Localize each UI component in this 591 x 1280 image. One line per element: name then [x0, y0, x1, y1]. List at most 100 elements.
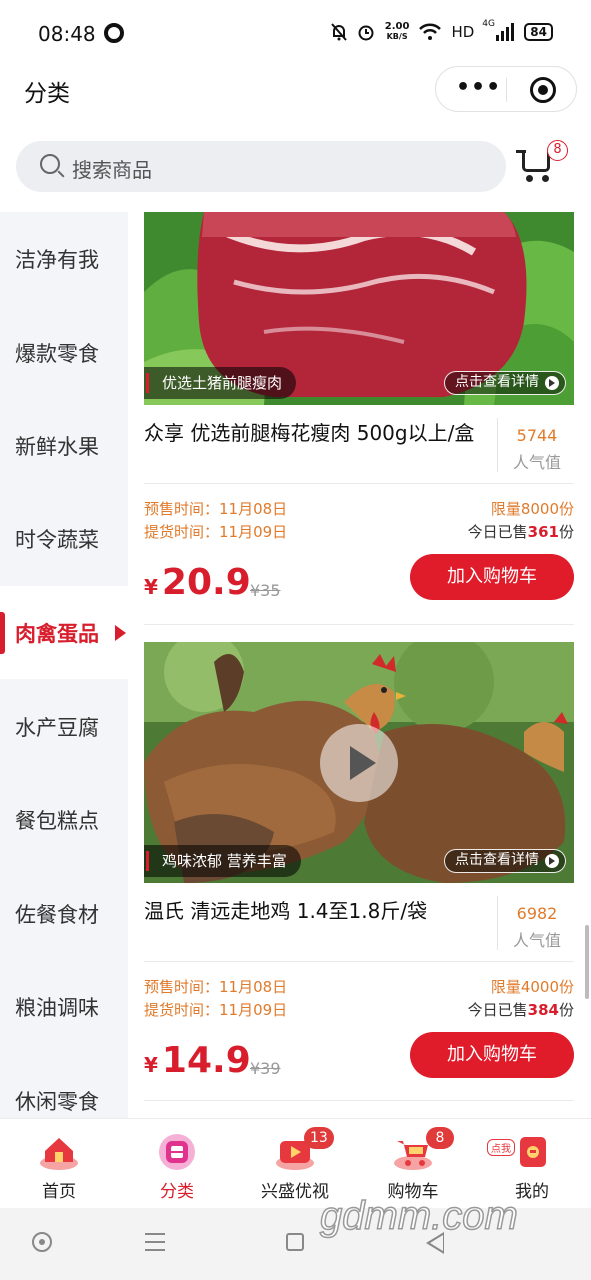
product-card[interactable]: 优选土猪前腿瘦肉 点击查看详情 众享 优选前腿梅花瘦肉 500g以上/盒 574… — [144, 212, 574, 624]
sidebar-item-seafood[interactable]: 水产豆腐 — [0, 680, 128, 773]
active-arrow-icon — [115, 625, 126, 641]
sidebar-item-bakery[interactable]: 餐包糕点 — [0, 773, 128, 866]
product-card[interactable]: 鸡味浓郁 营养丰富 点击查看详情 温氏 清远走地鸡 1.4至1.8斤/袋 698… — [144, 642, 574, 1102]
product-image[interactable]: 鸡味浓郁 营养丰富 点击查看详情 — [144, 642, 574, 883]
product-list: 优选土猪前腿瘦肉 点击查看详情 众享 优选前腿梅花瘦肉 500g以上/盒 574… — [128, 212, 591, 1118]
sidebar-item-label: 餐包糕点 — [15, 808, 99, 833]
presale-time: 预售时间：11月08日 — [144, 978, 288, 996]
sold-suffix: 份 — [558, 1001, 574, 1019]
sold-count: 384 — [527, 1001, 559, 1019]
sidebar-item-label: 水产豆腐 — [15, 715, 99, 740]
network-speed: 2.00 KB/S — [385, 22, 410, 42]
close-target-icon[interactable] — [530, 77, 556, 103]
sold-suffix: 份 — [558, 523, 574, 541]
wifi-icon — [419, 23, 442, 40]
sidebar-item-vegetables[interactable]: 时令蔬菜 — [0, 492, 128, 585]
presale-time: 预售时间：11月08日 — [144, 500, 288, 518]
sidebar-item-leisure-snacks[interactable]: 休闲零食 — [0, 1054, 128, 1118]
video-badge: 13 — [304, 1127, 334, 1149]
sidebar-item-hot-snacks[interactable]: 爆款零食 — [0, 306, 128, 399]
view-details-label: 点击查看详情 — [455, 374, 539, 390]
speed-unit: KB/S — [386, 32, 408, 41]
original-price: ¥39 — [250, 1059, 281, 1078]
sold-prefix: 今日已售 — [467, 523, 528, 541]
signal-label: 4G — [482, 19, 495, 29]
search-bar[interactable]: 搜索商品 — [16, 141, 506, 192]
menu-button-icon[interactable] — [145, 1233, 165, 1251]
sidebar-item-label: 肉禽蛋品 — [15, 621, 99, 646]
battery-icon: 84 — [524, 23, 553, 41]
sidebar-item-label: 佐餐食材 — [15, 902, 99, 927]
sidebar-item-fruit[interactable]: 新鲜水果 — [0, 399, 128, 492]
sidebar-item-meat[interactable]: 肉禽蛋品 — [0, 586, 128, 679]
cart-icon — [522, 152, 550, 172]
sidebar-item-label: 时令蔬菜 — [15, 527, 99, 552]
assistant-button-icon[interactable] — [32, 1232, 52, 1252]
product-name[interactable]: 众享 优选前腿梅花瘦肉 500g以上/盒 — [144, 418, 484, 448]
add-to-cart-button[interactable]: 加入购物车 — [410, 554, 574, 600]
divider — [497, 418, 498, 472]
chevron-right-icon — [549, 379, 555, 387]
tab-label: 分类 — [160, 1182, 194, 1202]
sold-today: 今日已售361份 — [468, 521, 574, 542]
sidebar-item-label: 休闲零食 — [15, 1089, 99, 1114]
view-details-link[interactable]: 点击查看详情 — [444, 371, 566, 395]
search-icon — [40, 154, 60, 174]
more-dots-icon[interactable]: ••• — [456, 75, 501, 100]
signal-icon: 4G — [482, 19, 515, 41]
capsule-divider — [506, 78, 507, 102]
original-price: ¥35 — [250, 581, 281, 600]
cart-wheel — [526, 175, 533, 182]
product-image[interactable]: 优选土猪前腿瘦肉 点击查看详情 — [144, 212, 574, 405]
tab-label: 首页 — [42, 1182, 76, 1202]
tab-category[interactable]: 分类 — [118, 1119, 236, 1209]
popularity-label: 人气值 — [512, 931, 561, 950]
popularity-label: 人气值 — [512, 453, 561, 472]
view-details-label: 点击查看详情 — [455, 852, 539, 868]
status-time: 08:48 — [38, 22, 96, 46]
cart-count-badge: 8 — [547, 140, 568, 161]
speed-value: 2.00 — [384, 21, 410, 32]
network-type: HD — [451, 23, 475, 41]
page-title: 分类 — [24, 81, 70, 107]
divider — [144, 483, 574, 484]
play-video-icon[interactable] — [320, 724, 398, 802]
home-button-icon[interactable] — [286, 1233, 304, 1251]
sold-today: 今日已售384份 — [468, 999, 574, 1020]
chevron-right-icon — [549, 857, 555, 865]
product-name[interactable]: 温氏 清远走地鸡 1.4至1.8斤/袋 — [144, 896, 484, 926]
cart-badge: 8 — [426, 1127, 454, 1149]
sidebar-item-grain-oil[interactable]: 粮油调味 — [0, 960, 128, 1053]
profile-icon — [520, 1137, 546, 1167]
scrollbar[interactable] — [585, 925, 589, 999]
divider — [144, 1100, 574, 1101]
limit-quantity: 限量8000份 — [490, 500, 574, 518]
image-tag: 鸡味浓郁 营养丰富 — [144, 845, 301, 877]
divider — [144, 624, 574, 625]
image-tag: 优选土猪前腿瘦肉 — [144, 367, 297, 399]
home-icon — [40, 1138, 78, 1170]
status-bar: 08:48 2.00 KB/S HD 4G 84 — [0, 0, 591, 70]
sidebar-item-label: 洁净有我 — [15, 247, 99, 272]
add-to-cart-button[interactable]: 加入购物车 — [410, 1032, 574, 1078]
price-value: 14.9 — [161, 1040, 251, 1081]
divider — [144, 961, 574, 962]
popularity-value: 5744 — [516, 426, 558, 445]
search-input[interactable]: 搜索商品 — [72, 154, 152, 183]
sold-count: 361 — [527, 523, 559, 541]
sidebar-item-side-dishes[interactable]: 佐餐食材 — [0, 867, 128, 960]
active-indicator — [0, 612, 5, 654]
currency-symbol: ¥ — [144, 575, 158, 599]
tab-home[interactable]: 首页 — [0, 1119, 118, 1209]
sale-price: ¥14.9 — [144, 1040, 251, 1081]
tap-me-tag: 点我 — [487, 1139, 515, 1156]
limit-quantity: 限量4000份 — [490, 978, 574, 996]
cart-button[interactable]: 8 — [516, 140, 568, 184]
view-details-link[interactable]: 点击查看详情 — [444, 849, 566, 873]
sidebar-item-label: 新鲜水果 — [15, 434, 99, 459]
page-header: 分类 ••• — [0, 62, 591, 118]
divider — [497, 896, 498, 950]
alarm-icon — [358, 25, 374, 41]
sidebar-item-clean[interactable]: 洁净有我 — [0, 212, 128, 305]
cart-wheel — [542, 175, 549, 182]
